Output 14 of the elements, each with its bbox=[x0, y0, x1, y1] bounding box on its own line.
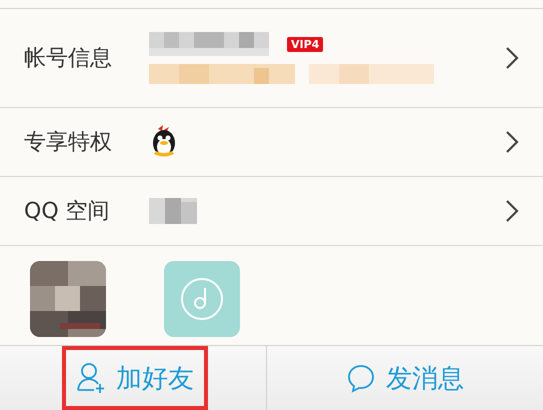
row-label: QQ 空间 bbox=[24, 198, 111, 226]
chat-bubble-icon bbox=[346, 363, 376, 393]
row-label: 专享特权 bbox=[24, 129, 113, 157]
vip-badge: VIP4 bbox=[287, 36, 324, 52]
blurred-text-drawing bbox=[149, 198, 197, 224]
music-note-icon bbox=[180, 276, 224, 320]
row-label: 帐号信息 bbox=[24, 45, 113, 73]
chevron-right-icon[interactable] bbox=[505, 130, 519, 154]
music-tile[interactable] bbox=[164, 260, 240, 336]
action-button[interactable]: 加好友 bbox=[62, 346, 208, 410]
add-person-icon bbox=[76, 362, 106, 394]
action-button[interactable]: 发消息 bbox=[266, 346, 543, 410]
chevron-right-icon[interactable] bbox=[505, 46, 519, 70]
chevron-right-icon[interactable] bbox=[505, 199, 519, 223]
